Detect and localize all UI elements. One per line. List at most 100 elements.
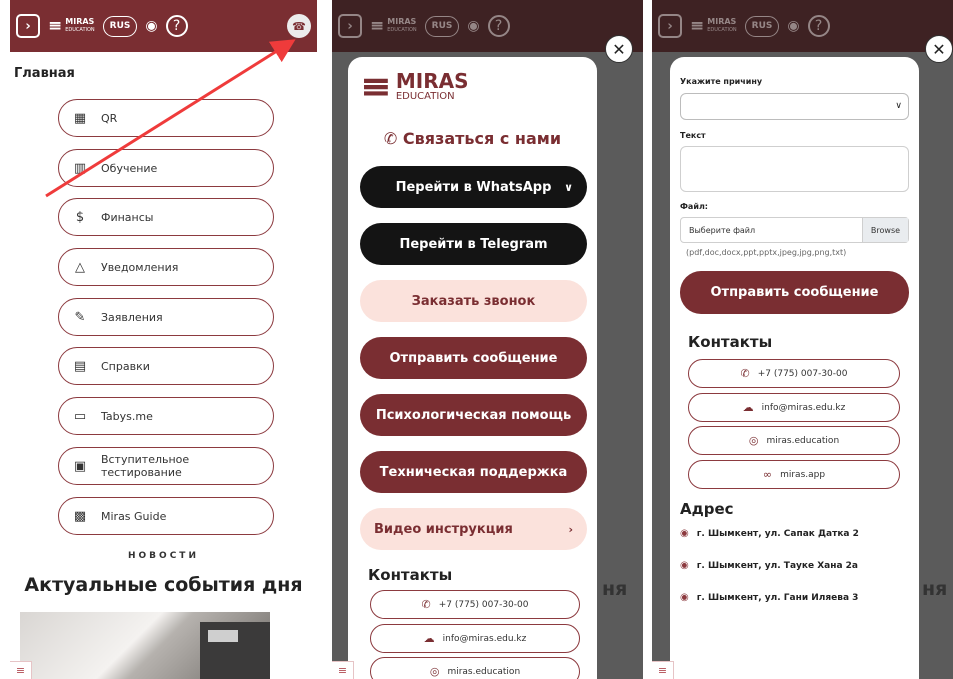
file-label: Файл: (680, 202, 708, 211)
browse-button[interactable]: Browse (862, 218, 908, 242)
language-button: RUS (744, 15, 780, 37)
page-title: Главная (14, 66, 75, 81)
menu-item-education[interactable]: ▥ Обучение (58, 149, 274, 187)
address-item: ◉ г. Шымкент, ул. Тауке Хана 2а (680, 560, 859, 571)
qr-icon: ▦ (73, 110, 87, 126)
close-icon: ✕ (932, 39, 946, 59)
psych-help-button[interactable]: Психологическая помощь (360, 394, 587, 436)
whatsapp-button[interactable]: Перейти в WhatsApp ∨ (360, 166, 587, 208)
language-button: RUS (424, 15, 460, 37)
phone-icon: ✆ (383, 129, 403, 148)
eye-icon[interactable]: ◉ (145, 18, 157, 34)
close-button[interactable]: ✕ (925, 35, 953, 63)
instagram-link[interactable]: ◎ miras.education (370, 657, 580, 679)
menu-item-qr[interactable]: ▦ QR (58, 99, 274, 137)
link-icon: ∞ (762, 468, 773, 481)
logo[interactable]: ≡ MIRAS EDUCATION (48, 16, 95, 36)
file-hint: (pdf,doc,docx,ppt,pptx,jpeg,jpg,png,txt) (686, 248, 847, 257)
close-button[interactable]: ✕ (605, 35, 633, 63)
contact-modal-panel: › ≡ MIRAS EDUCATION RUS ◉ ? ня ≡ MIRAS EDU… (332, 0, 643, 679)
contact-icon[interactable]: ☎ (287, 14, 311, 38)
contacts-title: Контакты (368, 566, 453, 584)
location-pin-icon: ◉ (680, 528, 689, 539)
logo-mark: ≡ (48, 16, 63, 36)
reason-label: Укажите причину (680, 77, 763, 86)
file-input[interactable]: Выберите файл Browse (680, 217, 909, 243)
cloud-icon: ☁ (742, 401, 754, 414)
instagram-icon: ◎ (429, 665, 440, 678)
text-input[interactable] (680, 146, 909, 192)
telegram-button[interactable]: Перейти в Telegram (360, 223, 587, 265)
menu-item-tabys[interactable]: ▭ Tabys.me (58, 397, 274, 435)
email-link[interactable]: ☁ info@miras.edu.kz (688, 393, 900, 422)
menu-item-notifications[interactable]: △ Уведомления (58, 248, 274, 286)
top-bar: › ≡ MIRAS EDUCATION RUS ◉ ? ☎ (10, 0, 317, 52)
clipboard-icon: ▤ (73, 358, 87, 374)
chevron-right-icon: › (568, 522, 573, 536)
submit-message-button[interactable]: Отправить сообщение (680, 271, 909, 314)
phone-link[interactable]: ✆ +7 (775) 007-30-00 (370, 590, 580, 619)
modal-logo: ≡ MIRAS EDUCATION (360, 63, 469, 108)
menu-item-miras-guide[interactable]: ▩ Miras Guide (58, 497, 274, 535)
instagram-icon: ◎ (748, 434, 759, 447)
guide-icon: ▩ (73, 508, 87, 524)
send-message-button[interactable]: Отправить сообщение (360, 337, 587, 379)
logo-small-icon: ≡ (10, 661, 32, 679)
top-bar: › ≡ MIRAS EDUCATION RUS ◉ ? (332, 0, 643, 52)
menu-item-entrance-test[interactable]: ▣ Вступительное тестирование (58, 447, 274, 485)
phone-link[interactable]: ✆ +7 (775) 007-30-00 (688, 359, 900, 388)
news-title: Актуальные события дня (24, 574, 303, 596)
news-image[interactable] (20, 612, 270, 679)
logo-small-icon: ≡ (332, 661, 354, 679)
message-modal-panel: › ≡ MIRAS EDUCATION RUS ◉ ? ня Укажите пр… (652, 0, 953, 679)
close-icon: ✕ (612, 39, 626, 59)
phone-icon: ✆ (740, 367, 750, 380)
backdrop-text: ня (922, 578, 948, 600)
address-item: ◉ г. Шымкент, ул. Сапак Датка 2 (680, 528, 859, 539)
menu-item-applications[interactable]: ✎ Заявления (58, 298, 274, 336)
test-icon: ▣ (73, 458, 87, 474)
phone-icon: ✆ (421, 598, 431, 611)
message-modal: Укажите причину ∨ Текст Файл: Выберите ф… (670, 57, 919, 679)
backdrop-text: ня (602, 578, 628, 600)
news-label: НОВОСТИ (128, 551, 199, 561)
contact-title: ✆ Связаться с нами (383, 129, 562, 148)
video-instruction-button[interactable]: Видео инструкция › (360, 508, 587, 550)
logo-mark-icon: ≡ (360, 63, 392, 108)
logo: ≡ MIRAS EDUCATION (370, 16, 417, 36)
chevron-down-icon: ∨ (895, 101, 902, 111)
pen-icon: ✎ (74, 309, 86, 325)
menu-item-certificates[interactable]: ▤ Справки (58, 347, 274, 385)
email-link[interactable]: ☁ info@miras.edu.kz (370, 624, 580, 653)
site-link[interactable]: ∞ miras.app (688, 460, 900, 489)
contacts-title: Контакты (688, 333, 773, 351)
top-bar: › ≡ MIRAS EDUCATION RUS ◉ ? (652, 0, 953, 52)
chevron-right-icon: › (658, 14, 682, 38)
cloud-icon: ☁ (423, 632, 435, 645)
logo: ≡ MIRAS EDUCATION (690, 16, 737, 36)
logo-small-icon: ≡ (652, 661, 674, 679)
wallet-icon: ▭ (73, 408, 87, 424)
menu-item-finance[interactable]: $ Финансы (58, 198, 274, 236)
address-item: ◉ г. Шымкент, ул. Гани Иляева 3 (680, 592, 859, 603)
dollar-icon: $ (75, 209, 85, 225)
help-button[interactable]: ? (165, 15, 188, 37)
eye-icon: ◉ (467, 18, 480, 34)
bell-icon: △ (75, 259, 85, 275)
address-title: Адрес (680, 500, 734, 518)
location-pin-icon: ◉ (680, 592, 689, 603)
tech-support-button[interactable]: Техническая поддержка (360, 451, 587, 493)
help-button: ? (487, 15, 510, 37)
chevron-down-icon: ∨ (564, 180, 573, 194)
chevron-right-icon: › (338, 14, 362, 38)
text-label: Текст (680, 131, 706, 140)
language-button[interactable]: RUS (102, 15, 138, 37)
help-button: ? (807, 15, 830, 37)
eye-icon: ◉ (787, 18, 800, 34)
reason-select[interactable]: ∨ (680, 93, 909, 120)
instagram-link[interactable]: ◎ miras.education (688, 426, 900, 455)
chevron-right-icon[interactable]: › (16, 14, 40, 38)
location-pin-icon: ◉ (680, 560, 689, 571)
order-call-button[interactable]: Заказать звонок (360, 280, 587, 322)
contact-modal: ≡ MIRAS EDUCATION ✆ Связаться с нами Пере… (348, 57, 597, 679)
